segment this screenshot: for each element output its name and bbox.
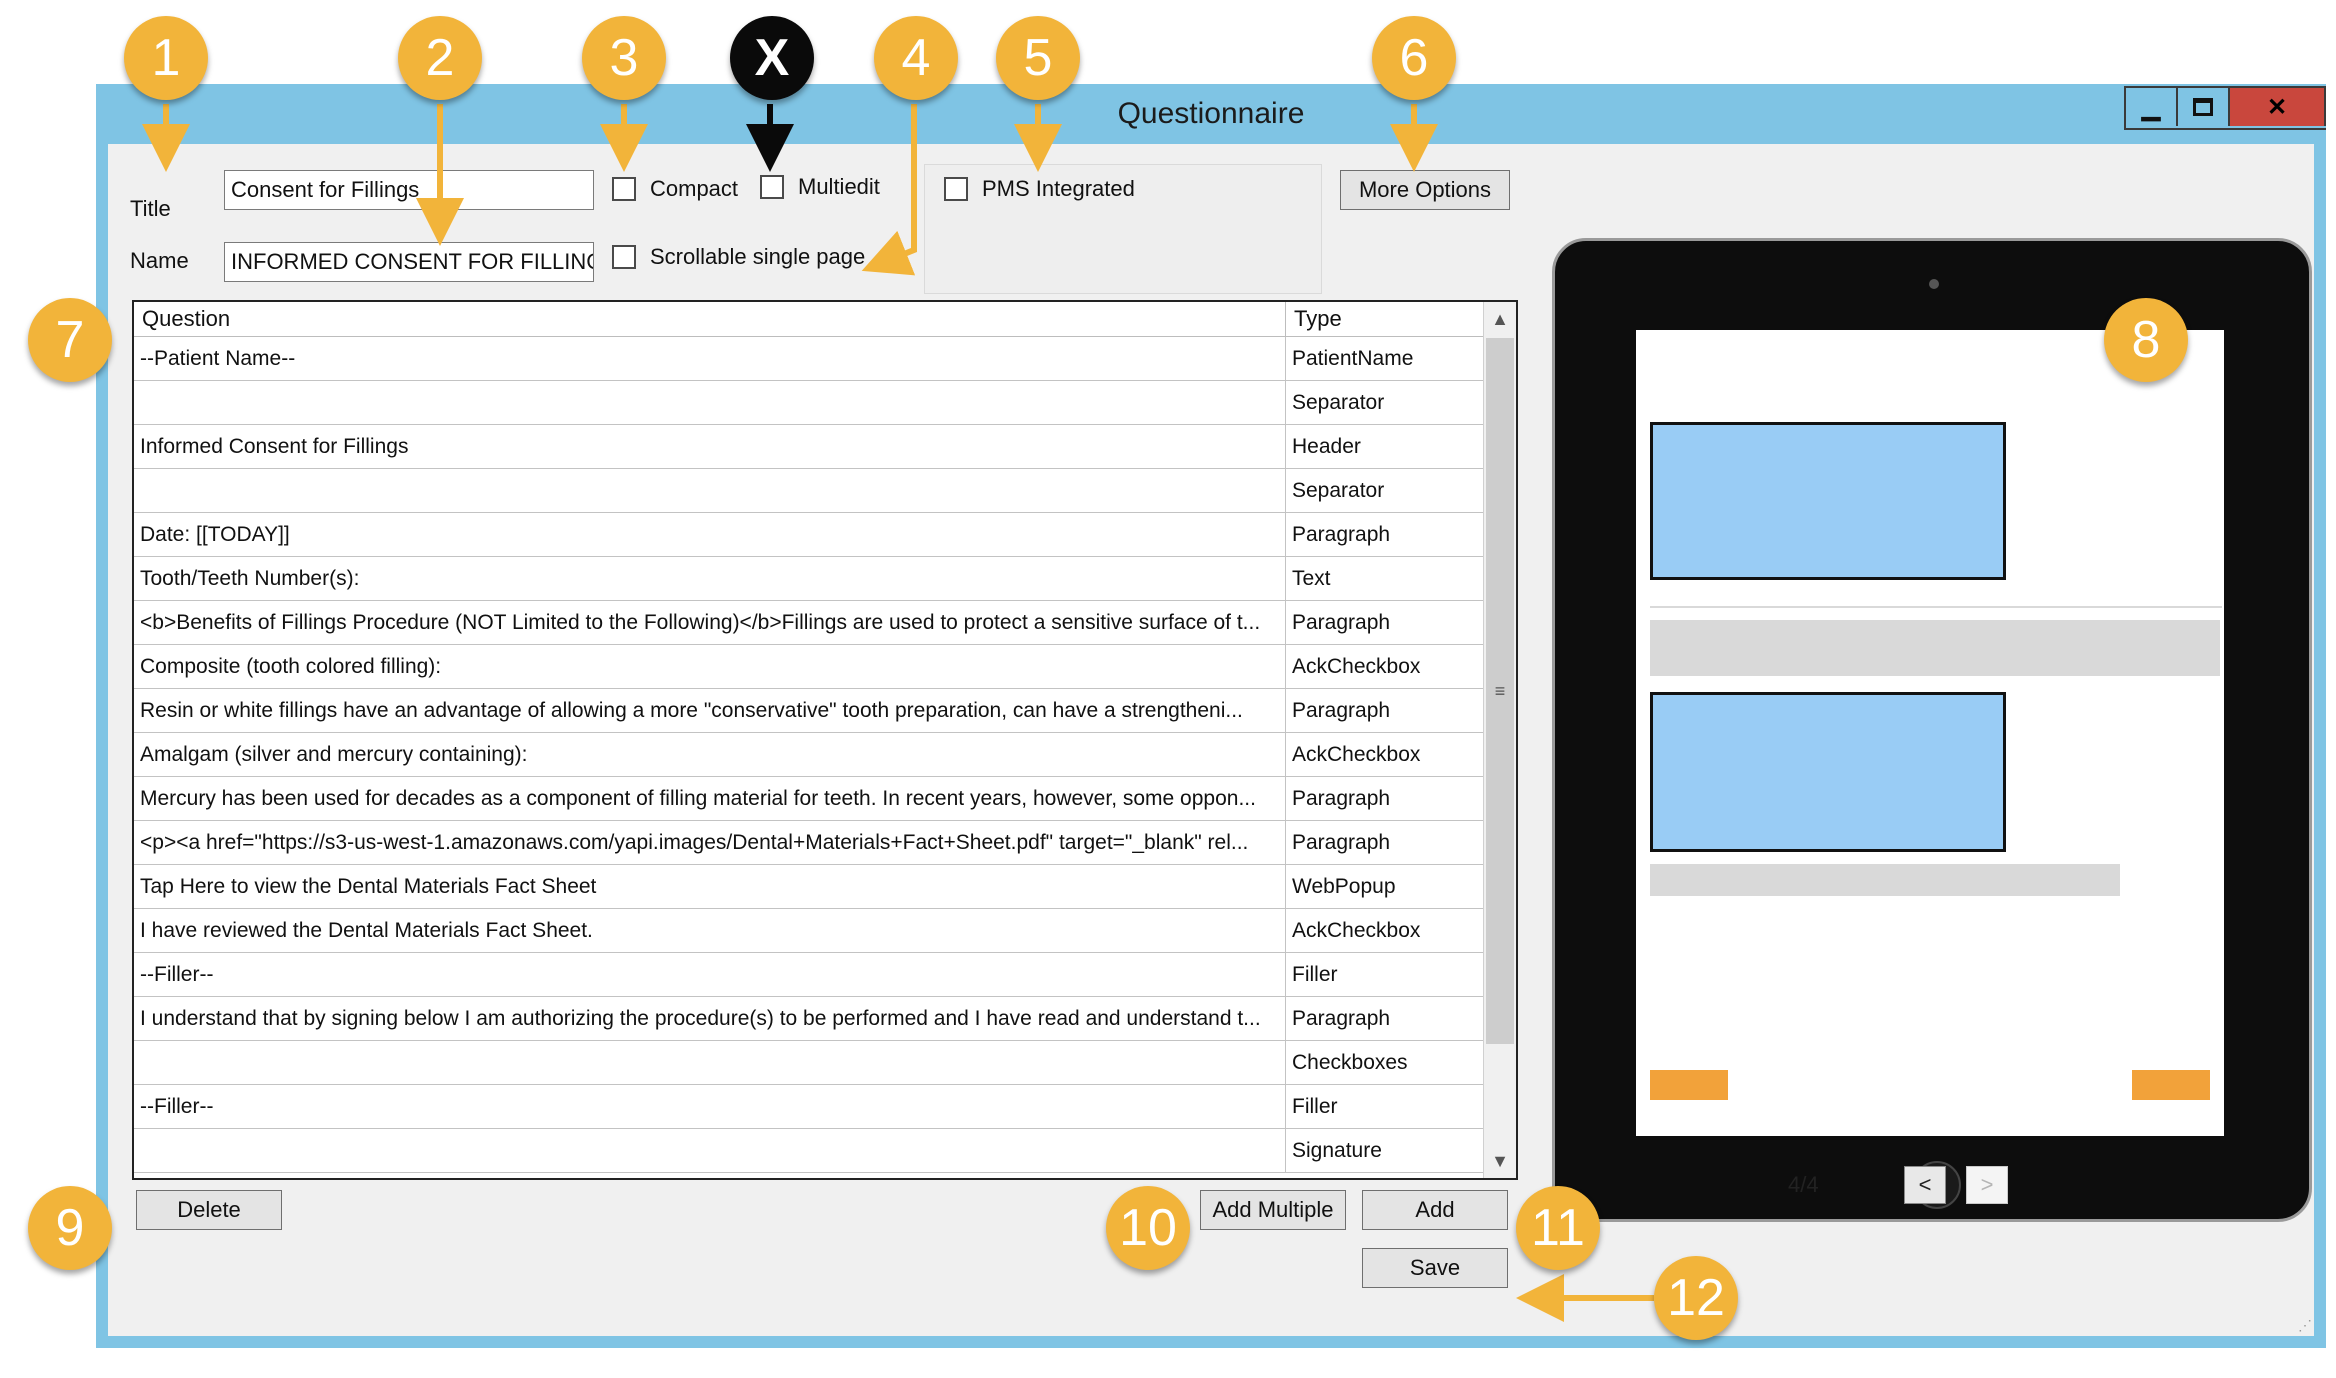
callout-12: 12 — [1654, 1256, 1738, 1340]
callout-5: 5 — [996, 16, 1080, 100]
callout-7: 7 — [28, 298, 112, 382]
callout-6: 6 — [1372, 16, 1456, 100]
callout-4: 4 — [874, 16, 958, 100]
annotation-arrows — [142, 104, 1654, 1322]
callout-x: X — [730, 16, 814, 100]
callout-10: 10 — [1106, 1186, 1190, 1270]
callout-11: 11 — [1516, 1186, 1600, 1270]
callout-2: 2 — [398, 16, 482, 100]
callout-1: 1 — [124, 16, 208, 100]
callout-8: 8 — [2104, 298, 2188, 382]
callout-3: 3 — [582, 16, 666, 100]
callout-9: 9 — [28, 1186, 112, 1270]
